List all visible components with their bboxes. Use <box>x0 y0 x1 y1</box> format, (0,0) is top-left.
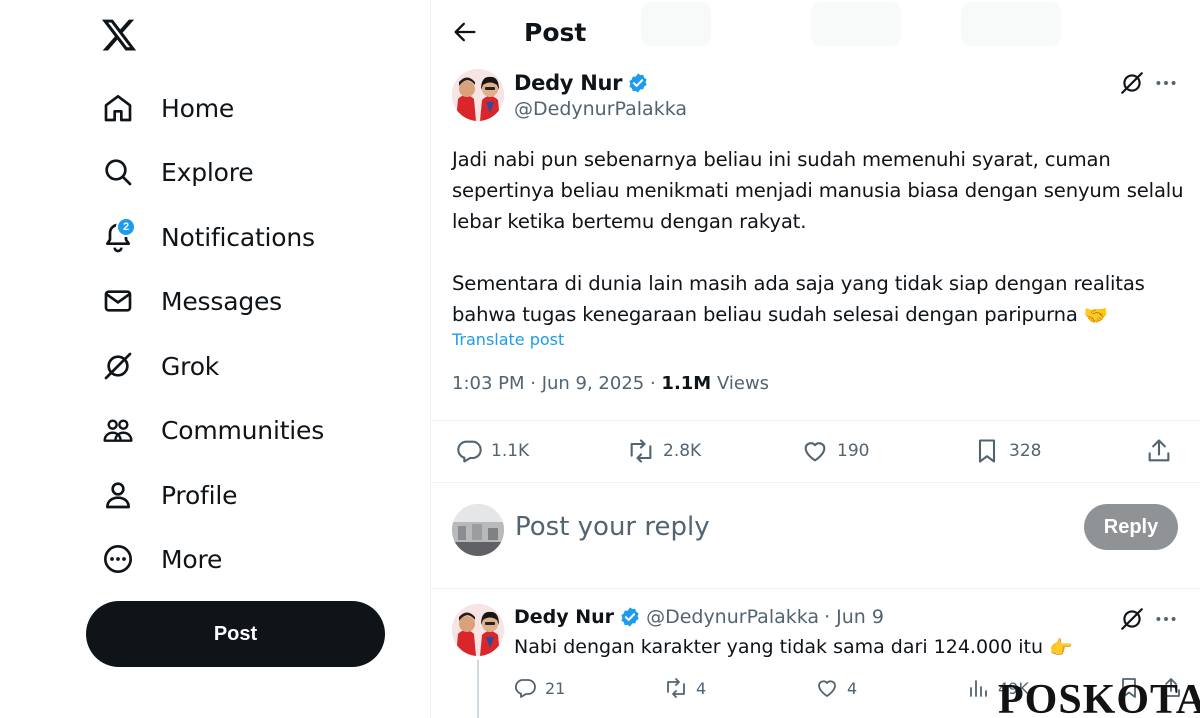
background-blur <box>811 2 901 46</box>
page-title: Post <box>524 18 587 47</box>
background-blur <box>641 2 711 46</box>
reply-repost-count: 4 <box>696 678 707 698</box>
verified-badge-icon <box>629 73 647 93</box>
nav-label-notifications: Notifications <box>161 222 315 252</box>
heart-icon <box>818 680 836 697</box>
sidebar: Home Explore 2 Notifications Messages Gr… <box>0 0 430 718</box>
reply-text-body: Nabi dengan karakter yang tidak sama dar… <box>514 636 1044 658</box>
heart-icon <box>804 442 826 462</box>
more-dots-icon[interactable] <box>1153 606 1179 632</box>
reply-author-avatar[interactable] <box>452 604 504 656</box>
divider <box>431 482 1200 483</box>
post-timestamp[interactable]: 1:03 PM · Jun 9, 2025 · <box>452 373 661 394</box>
repost-count: 2.8K <box>663 441 702 461</box>
nav-item-notifications[interactable]: 2 Notifications <box>100 215 315 259</box>
nav-label-more: More <box>161 544 223 574</box>
repost-icon <box>667 678 685 698</box>
author-avatar[interactable] <box>452 69 504 121</box>
grok-icon <box>100 348 136 384</box>
post-button[interactable]: Post <box>86 601 385 667</box>
post-paragraph-2-text: Sementara di dunia lain masih ada saja y… <box>452 272 1145 326</box>
pointing-right-emoji: 👉 <box>1049 637 1073 659</box>
post-paragraph-1: Jadi nabi pun sebenarnya beliau ini suda… <box>452 148 1184 233</box>
thread-line <box>477 660 479 718</box>
post-paragraph-2: Sementara di dunia lain masih ada saja y… <box>452 268 1187 331</box>
repost-icon <box>630 439 652 463</box>
verified-badge-icon <box>621 607 639 627</box>
bookmark-icon <box>978 439 996 463</box>
nav-label-home: Home <box>161 93 235 123</box>
communities-icon <box>100 412 136 448</box>
nav-label-profile: Profile <box>161 480 238 510</box>
my-avatar[interactable] <box>452 504 504 556</box>
reply-date[interactable]: · Jun 9 <box>824 606 884 628</box>
views-count: 1.1M <box>661 373 712 394</box>
reply-author-row: Dedy Nur @DedynurPalakka · Jun 9 <box>514 606 884 628</box>
reply-like-count: 4 <box>847 678 858 698</box>
divider <box>431 420 1200 421</box>
bell-icon: 2 <box>100 217 136 255</box>
reply-author-handle[interactable]: @DedynurPalakka <box>646 606 819 628</box>
share-action[interactable] <box>1145 437 1173 465</box>
reply-count: 1.1K <box>491 441 530 461</box>
post-author: Dedy Nur @DedynurPalakka <box>514 71 687 120</box>
nav-label-messages: Messages <box>161 286 282 316</box>
share-icon <box>1148 439 1170 462</box>
background-blur <box>961 2 1061 46</box>
mail-icon <box>100 283 136 319</box>
nav-label-explore: Explore <box>161 157 254 187</box>
nav-label-communities: Communities <box>161 415 325 445</box>
nav-item-home[interactable]: Home <box>100 86 234 130</box>
app-root: Home Explore 2 Notifications Messages Gr… <box>0 0 1200 718</box>
grok-icon[interactable] <box>1119 606 1145 632</box>
views-chart-icon <box>970 680 987 697</box>
handshake-emoji: 🤝 <box>1083 304 1109 327</box>
nav-item-profile[interactable]: Profile <box>100 473 238 517</box>
more-dots-icon[interactable] <box>1153 70 1179 96</box>
reply-icon <box>457 440 482 463</box>
search-icon <box>100 154 136 190</box>
x-logo-icon[interactable] <box>100 16 140 56</box>
bookmark-action[interactable]: 328 <box>973 437 1041 465</box>
reply-like-action[interactable]: 4 <box>815 676 857 700</box>
reply-input[interactable]: Post your reply <box>515 512 710 542</box>
views-label: Views <box>711 373 770 394</box>
main-column: Post Dedy Nur @DedynurPalakka Jadi nabi … <box>430 0 1200 718</box>
reply-reply-count: 21 <box>545 678 566 698</box>
profile-icon <box>100 477 136 513</box>
notifications-badge: 2 <box>116 217 136 237</box>
back-arrow-icon[interactable] <box>451 18 479 46</box>
reply-action[interactable]: 1.1K <box>455 437 529 465</box>
reply-icon <box>514 679 536 698</box>
nav-label-grok: Grok <box>161 351 220 381</box>
author-name[interactable]: Dedy Nur <box>514 71 623 95</box>
nav-item-communities[interactable]: Communities <box>100 408 324 452</box>
reply-button[interactable]: Reply <box>1084 504 1178 550</box>
reply-author-name[interactable]: Dedy Nur <box>514 606 614 628</box>
more-circle-icon <box>100 541 136 577</box>
top-bar: Post <box>431 0 1200 66</box>
reply-repost-action[interactable]: 4 <box>664 676 706 700</box>
nav-item-explore[interactable]: Explore <box>100 150 254 194</box>
reply-reply-action[interactable]: 21 <box>513 676 565 700</box>
nav-item-messages[interactable]: Messages <box>100 279 282 323</box>
post-text: Jadi nabi pun sebenarnya beliau ini suda… <box>452 144 1187 331</box>
home-icon <box>100 90 136 126</box>
author-handle[interactable]: @DedynurPalakka <box>514 98 687 120</box>
bookmark-count: 328 <box>1009 441 1042 461</box>
divider <box>431 588 1200 589</box>
poskota-watermark: POSKOTA <box>998 677 1200 718</box>
nav-item-more[interactable]: More <box>100 537 222 581</box>
like-count: 190 <box>837 441 870 461</box>
author-name-row[interactable]: Dedy Nur <box>514 71 687 95</box>
like-action[interactable]: 190 <box>801 437 869 465</box>
grok-icon[interactable] <box>1119 70 1145 96</box>
post-meta: 1:03 PM · Jun 9, 2025 · 1.1M Views <box>452 373 769 394</box>
nav-item-grok[interactable]: Grok <box>100 344 219 388</box>
reply-text: Nabi dengan karakter yang tidak sama dar… <box>514 636 1073 659</box>
repost-action[interactable]: 2.8K <box>627 437 701 465</box>
translate-post-link[interactable]: Translate post <box>452 330 564 349</box>
